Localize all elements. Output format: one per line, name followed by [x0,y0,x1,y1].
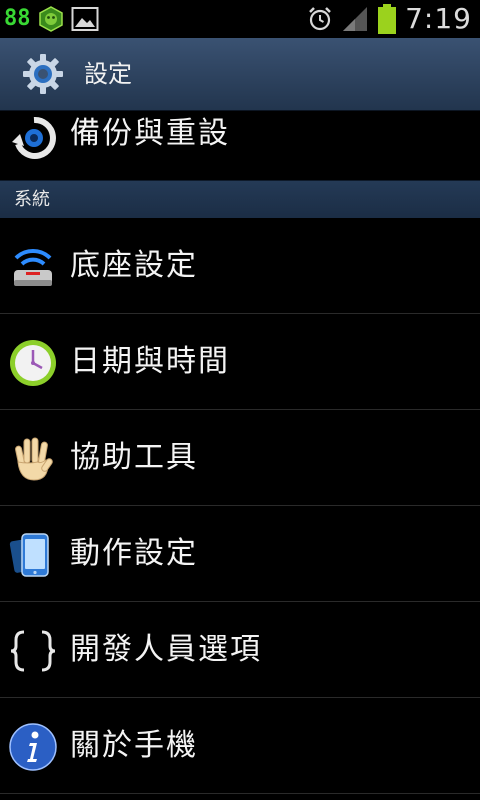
settings-gear-icon[interactable] [22,53,64,95]
backup-reset-icon [12,116,56,159]
alarm-clock-icon [309,7,331,31]
list-item-motion-settings[interactable]: 動作設定 [0,506,480,602]
battery-icon [378,4,397,34]
list-item-label: 動作設定 [70,536,198,571]
hand-icon [15,437,53,481]
list-item-label: 協助工具 [70,440,198,475]
status-bar-right: 7:19 [307,4,472,34]
list-item-developer-options[interactable]: 開發人員選項 [0,602,480,698]
list-item-label: 開發人員選項 [70,632,262,667]
info-icon [9,723,57,771]
list-item-date-time[interactable]: 日期與時間 [0,314,480,410]
list-item-label: 關於手機 [70,728,198,763]
motion-phone-icon [9,533,49,577]
section-header-label: 系統 [14,189,50,210]
status-bar: 88 7:19 [0,0,480,38]
clock-icon [10,340,56,386]
status-bar-left: 88 [4,5,99,33]
list-item-label: 底座設定 [70,248,198,283]
list-item-label: 日期與時間 [70,344,230,379]
gallery-image-icon [71,7,98,31]
list-item-label: 備份與重設 [70,116,230,151]
signal-strength-icon [343,7,368,31]
list-item-dock-settings[interactable]: 底座設定 [0,218,480,314]
developer-braces-icon [10,630,56,672]
status-time: 7:19 [405,2,472,35]
list-item-about-phone[interactable]: 關於手機 [0,698,480,794]
title-bar: 設定 [0,38,480,111]
settings-list: 備份與重設 系統 底座設定 日期與時間 協助工具 動作設定 開發人員選項 關於手… [0,110,480,794]
list-item-accessibility[interactable]: 協助工具 [0,410,480,506]
status-number: 88 [4,6,31,31]
notification-badge-icon [38,6,63,32]
section-header-system: 系統 [0,180,480,218]
list-item-backup-reset[interactable]: 備份與重設 [0,110,480,180]
page-title: 設定 [84,60,132,88]
dock-icon [14,248,52,286]
